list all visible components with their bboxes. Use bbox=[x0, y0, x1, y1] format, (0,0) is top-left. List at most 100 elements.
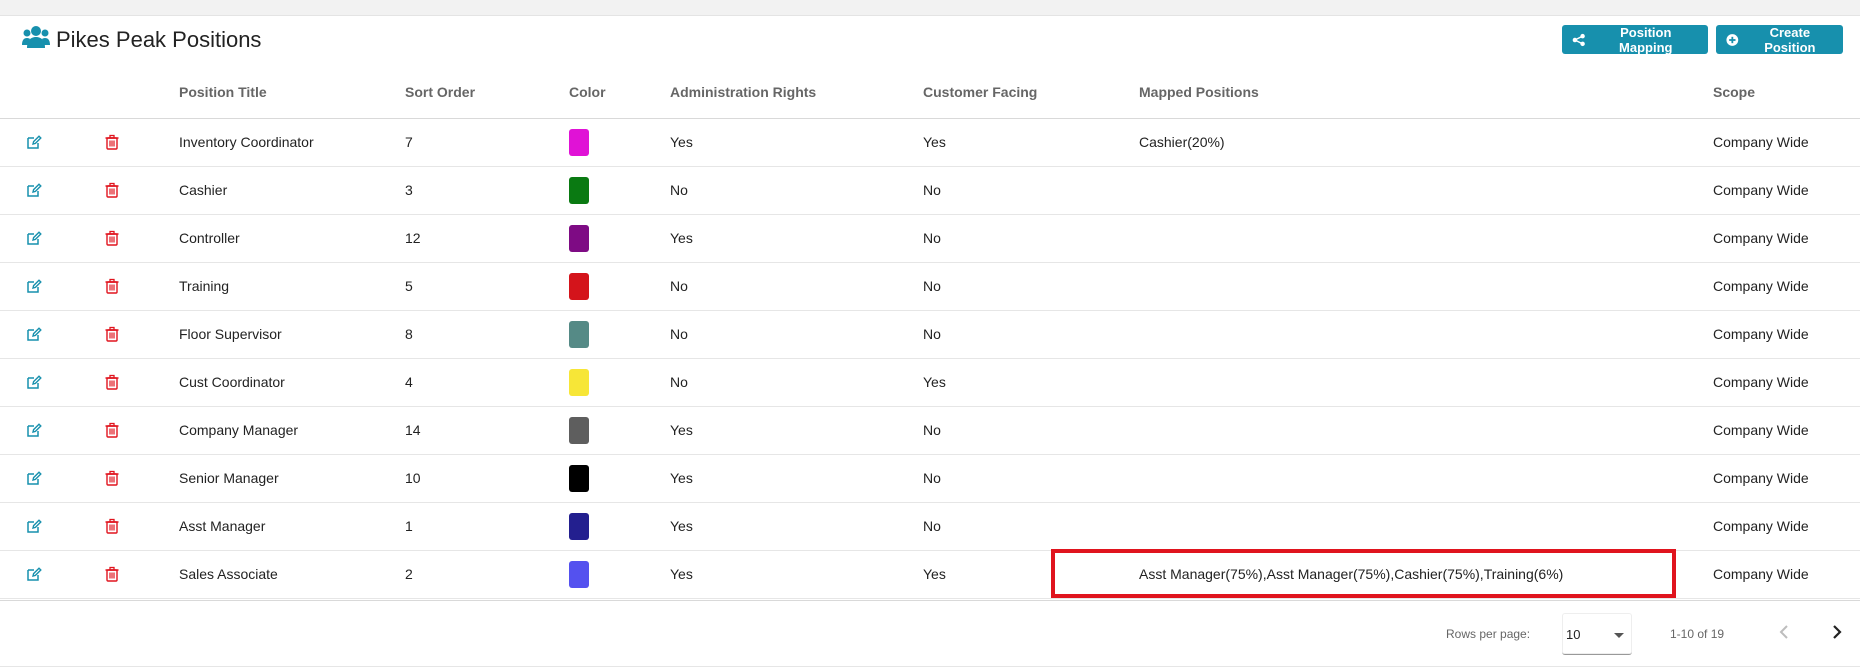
edit-icon[interactable] bbox=[24, 132, 44, 152]
next-page-button[interactable] bbox=[1827, 621, 1847, 643]
mapped-positions-cell bbox=[1139, 454, 1713, 503]
delete-cell bbox=[88, 358, 179, 407]
customer-facing-cell: Yes bbox=[923, 550, 1139, 599]
position-title-cell: Cashier bbox=[179, 166, 405, 215]
edit-cell bbox=[0, 166, 88, 215]
edit-icon[interactable] bbox=[24, 468, 44, 488]
position-title-cell: Controller bbox=[179, 214, 405, 263]
trash-icon[interactable] bbox=[102, 468, 122, 488]
header-customer-facing[interactable]: Customer Facing bbox=[923, 66, 1139, 119]
admin-rights-cell: Yes bbox=[670, 550, 923, 599]
users-icon bbox=[22, 24, 50, 55]
color-swatch bbox=[569, 320, 589, 348]
mapped-positions-text: Cashier(20%) bbox=[1139, 134, 1225, 150]
delete-cell bbox=[88, 262, 179, 311]
trash-icon[interactable] bbox=[102, 420, 122, 440]
admin-rights-cell: Yes bbox=[670, 214, 923, 263]
table-row: Sales Associate 2 Yes Yes Asst Manager(75%),… bbox=[0, 548, 1860, 599]
position-title-cell: Training bbox=[179, 262, 405, 311]
color-swatch bbox=[569, 272, 589, 300]
plus-circle-icon bbox=[1726, 33, 1739, 46]
table-row: Company Manager 14 Yes No Company Wide bbox=[0, 406, 1860, 455]
delete-cell bbox=[88, 406, 179, 455]
mapped-positions-cell: Asst Manager(75%),Asst Manager(75%),Cash… bbox=[1051, 548, 1713, 599]
edit-icon[interactable] bbox=[24, 228, 44, 248]
header-admin-rights[interactable]: Administration Rights bbox=[670, 66, 923, 119]
trash-icon[interactable] bbox=[102, 372, 122, 392]
edit-icon[interactable] bbox=[24, 180, 44, 200]
mapped-positions-cell bbox=[1139, 406, 1713, 455]
admin-rights-cell: No bbox=[670, 262, 923, 311]
trash-icon[interactable] bbox=[102, 324, 122, 344]
header-mapped-positions[interactable]: Mapped Positions bbox=[1139, 66, 1713, 119]
header-delete bbox=[88, 66, 179, 119]
edit-icon[interactable] bbox=[24, 324, 44, 344]
color-cell bbox=[569, 502, 670, 551]
admin-rights-cell: Yes bbox=[670, 454, 923, 503]
trash-icon[interactable] bbox=[102, 564, 122, 584]
sort-order-cell: 2 bbox=[405, 550, 569, 599]
header-position-title[interactable]: Position Title bbox=[179, 66, 405, 119]
sort-order-cell: 10 bbox=[405, 454, 569, 503]
chevron-left-icon bbox=[1779, 625, 1788, 639]
trash-icon[interactable] bbox=[102, 276, 122, 296]
sort-order-cell: 12 bbox=[405, 214, 569, 263]
table-row: Training 5 No No Company Wide bbox=[0, 262, 1860, 311]
create-position-button[interactable]: Create Position bbox=[1716, 25, 1843, 55]
trash-icon[interactable] bbox=[102, 228, 122, 248]
sort-order-cell: 7 bbox=[405, 118, 569, 167]
rows-per-page-value: 10 bbox=[1566, 627, 1581, 642]
rows-per-page-select[interactable]: 10 bbox=[1562, 613, 1632, 655]
customer-facing-cell: No bbox=[923, 454, 1139, 503]
trash-icon[interactable] bbox=[102, 132, 122, 152]
rows-per-page-label: Rows per page: bbox=[1446, 627, 1531, 641]
trash-icon[interactable] bbox=[102, 180, 122, 200]
previous-page-button[interactable] bbox=[1774, 621, 1794, 643]
edit-cell bbox=[0, 358, 88, 407]
admin-rights-cell: No bbox=[670, 166, 923, 215]
edit-icon[interactable] bbox=[24, 372, 44, 392]
customer-facing-cell: No bbox=[923, 406, 1139, 455]
edit-icon[interactable] bbox=[24, 564, 44, 584]
edit-icon[interactable] bbox=[24, 516, 44, 536]
customer-facing-cell: No bbox=[923, 214, 1139, 263]
admin-rights-cell: No bbox=[670, 358, 923, 407]
color-swatch bbox=[569, 416, 589, 444]
scope-cell: Company Wide bbox=[1713, 406, 1860, 455]
edit-cell bbox=[0, 502, 88, 551]
page-title: Pikes Peak Positions bbox=[56, 26, 262, 52]
scope-cell: Company Wide bbox=[1713, 166, 1860, 215]
table-row: Inventory Coordinator 7 Yes Yes Cashier(20%)… bbox=[0, 118, 1860, 167]
delete-cell bbox=[88, 118, 179, 167]
sort-order-cell: 4 bbox=[405, 358, 569, 407]
share-icon bbox=[1572, 33, 1585, 46]
customer-facing-cell: No bbox=[923, 262, 1139, 311]
positions-table: Position Title Sort Order Color Administ… bbox=[0, 66, 1860, 599]
header-edit bbox=[0, 66, 88, 119]
edit-cell bbox=[0, 454, 88, 503]
title-group: Pikes Peak Positions bbox=[22, 24, 261, 55]
delete-cell bbox=[88, 550, 179, 599]
admin-rights-cell: Yes bbox=[670, 118, 923, 167]
color-cell bbox=[569, 550, 670, 599]
position-title-cell: Company Manager bbox=[179, 406, 405, 455]
header-scope[interactable]: Scope bbox=[1713, 66, 1860, 119]
position-mapping-button[interactable]: Position Mapping bbox=[1562, 25, 1708, 55]
admin-rights-cell: Yes bbox=[670, 502, 923, 551]
table-row: Controller 12 Yes No Company Wide bbox=[0, 214, 1860, 263]
trash-icon[interactable] bbox=[102, 516, 122, 536]
edit-icon[interactable] bbox=[24, 420, 44, 440]
delete-cell bbox=[88, 310, 179, 359]
mapped-positions-cell bbox=[1139, 166, 1713, 215]
customer-facing-cell: No bbox=[923, 310, 1139, 359]
sort-order-cell: 8 bbox=[405, 310, 569, 359]
edit-cell bbox=[0, 406, 88, 455]
header-sort-order[interactable]: Sort Order bbox=[405, 66, 569, 119]
top-strip bbox=[0, 0, 1860, 16]
color-cell bbox=[569, 166, 670, 215]
edit-icon[interactable] bbox=[24, 276, 44, 296]
mapped-positions-cell bbox=[1139, 214, 1713, 263]
delete-cell bbox=[88, 502, 179, 551]
color-swatch bbox=[569, 128, 589, 156]
header-color[interactable]: Color bbox=[569, 66, 670, 119]
